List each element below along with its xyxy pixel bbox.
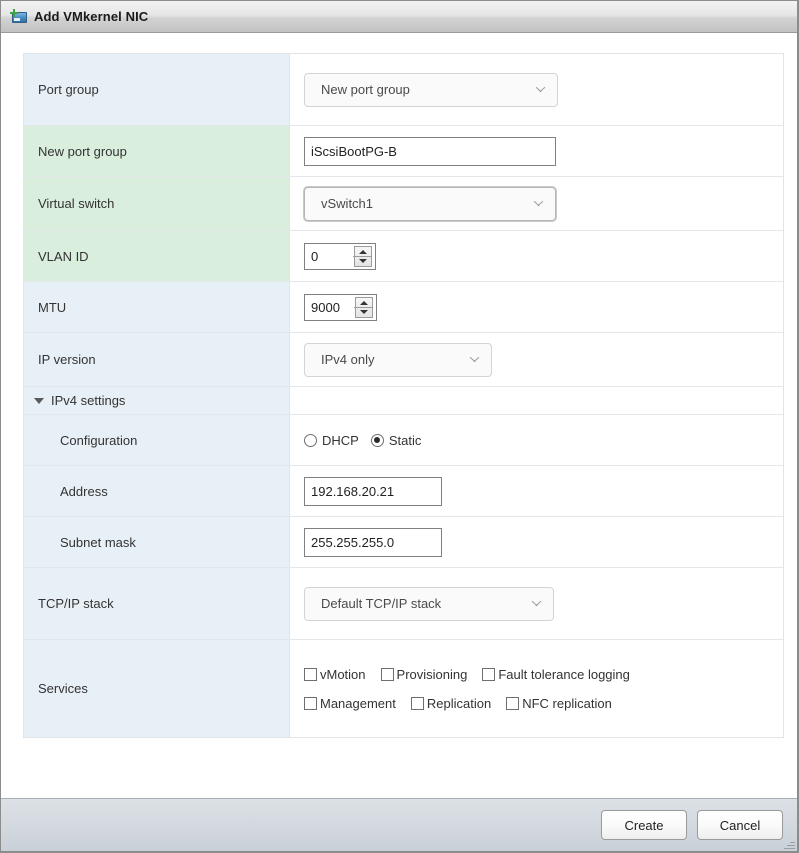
value-ipv4-settings	[289, 386, 784, 415]
checkbox-replication[interactable]: Replication	[410, 695, 492, 711]
tcpip-stack-select[interactable]: Default TCP/IP stack	[304, 586, 554, 621]
checkbox-management-indicator	[304, 696, 317, 710]
label-port-group: Port group	[23, 53, 290, 126]
table-row-port-group: Port group New port group	[23, 53, 784, 126]
value-address	[289, 465, 784, 517]
caret-down-icon[interactable]	[34, 397, 44, 404]
mtu-value: 9000	[311, 299, 340, 315]
value-port-group: New port group	[289, 53, 784, 126]
checkbox-fault-tolerance-logging[interactable]: Fault tolerance logging	[482, 667, 630, 682]
subnet-mask-input[interactable]	[304, 527, 442, 557]
label-configuration: Configuration	[23, 414, 290, 466]
table-row-ipv4-settings: IPv4 settings	[23, 386, 784, 415]
tcpip-stack-select-value: Default TCP/IP stack	[321, 596, 442, 611]
value-services: vMotion Provisioning Fault tolerance log…	[289, 639, 784, 738]
value-subnet-mask	[289, 516, 784, 568]
table-row-configuration: Configuration DHCP Static	[23, 414, 784, 466]
vlan-id-stepper[interactable]: 0	[304, 242, 376, 270]
virtual-switch-select[interactable]: vSwitch1	[304, 186, 556, 221]
checkbox-provisioning-indicator	[380, 667, 394, 681]
add-vmkernel-nic-dialog: Add VMkernel NIC Port group New port gro…	[0, 0, 799, 853]
port-group-select[interactable]: New port group	[304, 72, 558, 107]
vmkernel-form-table: Port group New port group New port group	[23, 53, 784, 738]
chevron-down-icon	[534, 200, 543, 209]
table-row-tcpip-stack: TCP/IP stack Default TCP/IP stack	[23, 567, 784, 640]
checkbox-nfc-replication[interactable]: NFC replication	[506, 696, 612, 711]
mtu-spinner-arrows[interactable]	[354, 296, 373, 318]
checkbox-vmotion-indicator	[304, 667, 317, 681]
create-button[interactable]: Create	[601, 810, 687, 840]
dialog-footer: Create Cancel	[1, 798, 797, 851]
value-new-port-group	[289, 125, 784, 177]
checkbox-management[interactable]: Management	[304, 696, 396, 711]
radio-static-indicator	[370, 433, 384, 447]
dialog-body: Port group New port group New port group	[1, 33, 797, 798]
section-ipv4-settings[interactable]: IPv4 settings	[23, 386, 290, 415]
value-vlan-id: 0	[289, 230, 784, 282]
table-row-services: Services vMotion Provisioning Fault tole…	[23, 639, 784, 738]
value-virtual-switch: vSwitch1	[289, 176, 784, 231]
label-vlan-id: VLAN ID	[23, 230, 290, 282]
label-mtu: MTU	[23, 281, 290, 333]
radio-static-label: Static	[388, 432, 422, 448]
table-row-virtual-switch: Virtual switch vSwitch1	[23, 176, 784, 231]
label-tcpip-stack: TCP/IP stack	[23, 567, 290, 640]
vlan-id-value: 0	[311, 248, 319, 264]
value-ip-version: IPv4 only	[289, 332, 784, 387]
checkbox-replication-label: Replication	[426, 695, 492, 711]
radio-dhcp-label: DHCP	[322, 432, 359, 448]
vlan-id-spinner-arrows[interactable]	[353, 245, 372, 267]
label-new-port-group: New port group	[23, 125, 290, 177]
resize-grip-icon[interactable]	[783, 838, 795, 850]
checkbox-management-label: Management	[320, 695, 396, 711]
chevron-down-icon	[470, 356, 479, 365]
checkbox-provisioning[interactable]: Provisioning	[380, 666, 468, 682]
mtu-stepper[interactable]: 9000	[304, 293, 377, 321]
label-ip-version: IP version	[23, 332, 290, 387]
chevron-down-icon	[532, 600, 541, 609]
value-mtu: 9000	[289, 281, 784, 333]
table-row-new-port-group: New port group	[23, 125, 784, 177]
checkbox-provisioning-label: Provisioning	[396, 666, 468, 682]
cancel-button[interactable]: Cancel	[697, 810, 783, 840]
checkbox-fault-tolerance-logging-indicator	[482, 667, 496, 681]
table-row-vlan-id: VLAN ID 0	[23, 230, 784, 282]
radio-dhcp-indicator	[304, 433, 317, 447]
table-row-ip-version: IP version IPv4 only	[23, 332, 784, 387]
label-subnet-mask: Subnet mask	[23, 516, 290, 568]
label-virtual-switch: Virtual switch	[23, 176, 290, 231]
checkbox-replication-indicator	[410, 696, 424, 710]
radio-static[interactable]: Static	[370, 432, 422, 448]
services-checkbox-group: vMotion Provisioning Fault tolerance log…	[304, 663, 773, 715]
checkbox-fault-tolerance-logging-label: Fault tolerance logging	[498, 666, 630, 682]
virtual-switch-select-value: vSwitch1	[321, 196, 374, 211]
dialog-title: Add VMkernel NIC	[34, 9, 149, 24]
vmkernel-nic-icon	[10, 9, 27, 24]
address-input[interactable]	[304, 476, 442, 506]
ip-version-select-value: IPv4 only	[321, 352, 375, 367]
value-configuration: DHCP Static	[289, 414, 784, 466]
ip-version-select[interactable]: IPv4 only	[304, 342, 492, 377]
radio-dhcp[interactable]: DHCP	[304, 433, 359, 448]
checkbox-nfc-replication-indicator	[506, 696, 520, 710]
section-ipv4-settings-label: IPv4 settings	[51, 393, 126, 408]
label-address: Address	[23, 465, 290, 517]
dialog-titlebar: Add VMkernel NIC	[1, 1, 797, 33]
table-row-mtu: MTU 9000	[23, 281, 784, 333]
checkbox-nfc-replication-label: NFC replication	[522, 695, 612, 711]
port-group-select-value: New port group	[321, 82, 410, 97]
value-tcpip-stack: Default TCP/IP stack	[289, 567, 784, 640]
checkbox-vmotion-label: vMotion	[320, 666, 366, 682]
table-row-address: Address	[23, 465, 784, 517]
services-row-2: Management Replication NFC replication	[304, 696, 773, 711]
services-row-1: vMotion Provisioning Fault tolerance log…	[304, 667, 773, 682]
configuration-radio-group: DHCP Static	[304, 433, 773, 448]
chevron-down-icon	[536, 86, 545, 95]
new-port-group-input[interactable]	[304, 136, 556, 166]
table-row-subnet-mask: Subnet mask	[23, 516, 784, 568]
label-services: Services	[23, 639, 290, 738]
checkbox-vmotion[interactable]: vMotion	[304, 667, 366, 682]
